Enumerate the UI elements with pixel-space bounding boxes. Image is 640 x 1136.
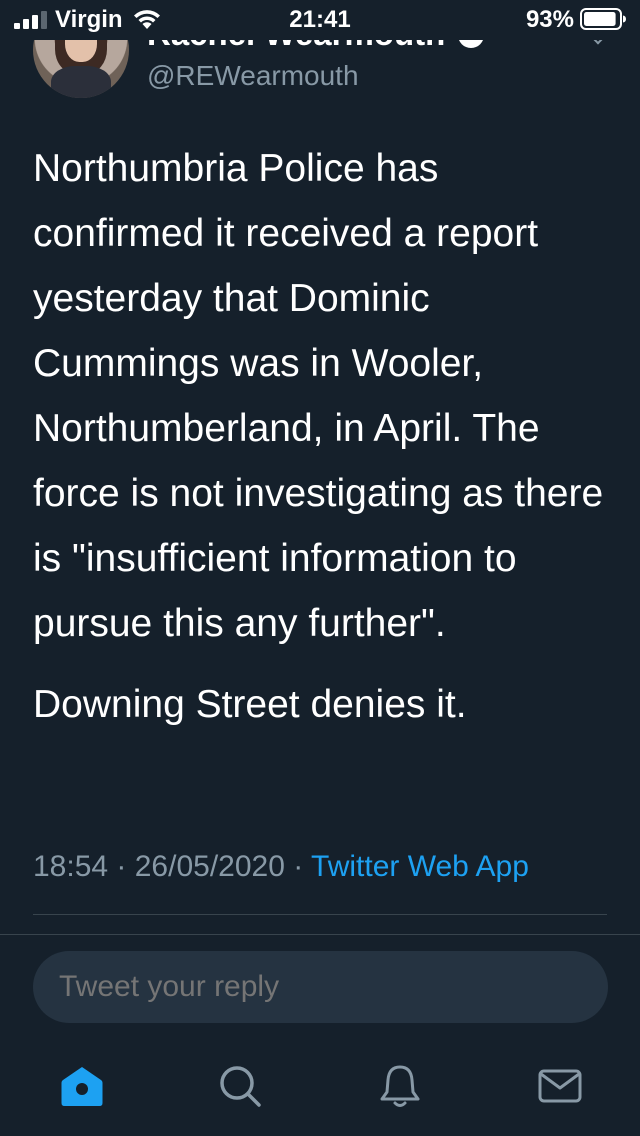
meta-separator: · — [284, 850, 312, 883]
tweet-source-link[interactable]: Twitter Web App — [311, 850, 529, 883]
mail-icon — [538, 1069, 582, 1103]
bottom-tab-bar — [0, 1044, 640, 1136]
tab-notifications[interactable] — [376, 1062, 424, 1110]
battery-percent: 93% — [525, 6, 574, 33]
tab-messages[interactable] — [536, 1062, 584, 1110]
avatar-shirt — [51, 66, 111, 98]
tweet-date: 26/05/2020 — [134, 850, 285, 883]
divider — [33, 914, 607, 915]
tweet-detail-screen: Rachel Wearmouth @REWearmouth Virgin 21:… — [0, 0, 640, 1136]
battery-icon — [580, 8, 626, 30]
bell-icon — [380, 1065, 420, 1107]
status-bar: Virgin 21:41 93% — [0, 0, 640, 40]
tab-home[interactable] — [58, 1062, 106, 1110]
tweet-text: Northumbria Police has confirmed it rece… — [33, 136, 613, 737]
reply-input[interactable] — [33, 951, 608, 1023]
search-icon — [220, 1066, 261, 1107]
divider — [0, 934, 640, 935]
tweet-paragraph: Northumbria Police has confirmed it rece… — [33, 147, 604, 645]
tweet-paragraph: Downing Street denies it. — [33, 683, 467, 726]
tab-search[interactable] — [216, 1062, 264, 1110]
tweet-time: 18:54 — [33, 850, 109, 883]
author-handle[interactable]: @REWearmouth — [147, 58, 359, 94]
home-icon — [61, 1067, 103, 1106]
meta-separator: · — [108, 850, 135, 883]
tweet-meta: 18:54 · 26/05/2020 · Twitter Web App — [33, 846, 529, 888]
